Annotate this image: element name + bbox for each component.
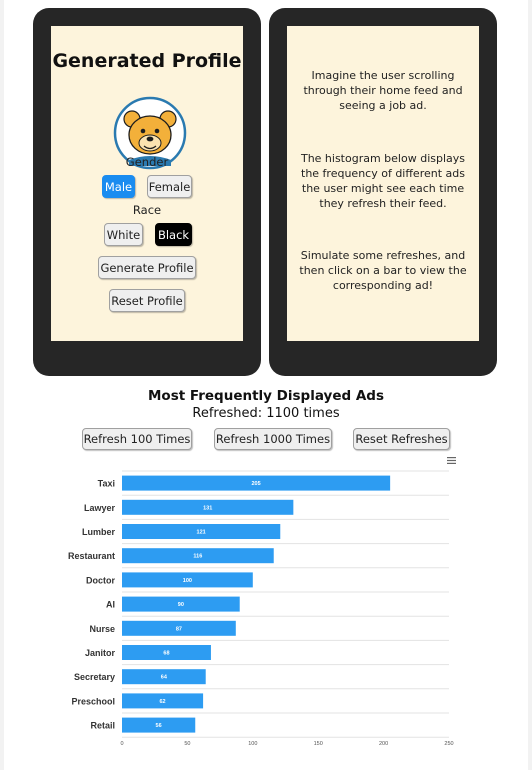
x-tick-label: 50 xyxy=(184,741,190,747)
profile-title: Generated Profile xyxy=(52,50,242,72)
bar-value-label: 116 xyxy=(193,554,202,560)
page: Generated Profile Gender Male Female Rac… xyxy=(4,0,528,770)
race-label: Race xyxy=(132,203,162,217)
bar-value-label: 68 xyxy=(163,651,169,657)
ads-bar-chart: 205 131 121 116 100 90 87 68 64 62 56 Taxi Lawyer Lu… xyxy=(68,470,454,747)
race-black-button[interactable]: Black xyxy=(155,223,192,246)
bar-value-label: 56 xyxy=(156,723,162,729)
gender-label: Gender xyxy=(125,155,169,169)
bar-value-label: 121 xyxy=(197,530,206,536)
instructions-paragraph-2: The histogram below displays the frequen… xyxy=(300,152,466,210)
instructions-screen: Imagine the user scrolling through their… xyxy=(287,26,479,341)
gender-male-button[interactable]: Male xyxy=(102,175,135,198)
reset-refreshes-button[interactable]: Reset Refreshes xyxy=(353,428,450,450)
profile-screen: Generated Profile Gender Male Female Rac… xyxy=(51,26,243,341)
x-tick-label: 0 xyxy=(120,741,123,747)
x-tick-label: 250 xyxy=(444,741,453,747)
bar-value-label: 64 xyxy=(161,675,168,681)
bar-value-label: 62 xyxy=(159,699,165,705)
category-label: Doctor xyxy=(86,575,115,585)
chart-menu-icon[interactable] xyxy=(447,457,456,464)
refresh-100-button[interactable]: Refresh 100 Times xyxy=(82,428,192,450)
refresh-count: Refreshed: 1100 times xyxy=(192,406,340,421)
profile-phone-frame: Generated Profile Gender Male Female Rac… xyxy=(33,8,261,376)
category-label: Janitor xyxy=(85,648,116,658)
category-label: Lawyer xyxy=(84,503,116,513)
chart-title: Most Frequently Displayed Ads xyxy=(147,388,384,404)
refresh-1000-button[interactable]: Refresh 1000 Times xyxy=(214,428,332,450)
bar-value-label: 90 xyxy=(178,602,184,608)
instructions-paragraph-3: Simulate some refreshes, and then click … xyxy=(299,249,467,292)
instructions-paragraph-1: Imagine the user scrolling through their… xyxy=(303,69,463,112)
x-tick-label: 200 xyxy=(379,741,388,747)
category-label: Restaurant xyxy=(68,551,115,561)
generate-profile-button[interactable]: Generate Profile xyxy=(98,256,196,279)
bar-value-label: 100 xyxy=(183,578,192,584)
race-white-button[interactable]: White xyxy=(104,223,143,246)
category-label: Nurse xyxy=(89,624,115,634)
category-label: AI xyxy=(106,600,115,610)
bar-value-label: 131 xyxy=(203,505,212,511)
category-label: Secretary xyxy=(74,672,115,682)
category-label: Retail xyxy=(90,721,115,731)
category-label: Preschool xyxy=(71,696,115,706)
reset-profile-button[interactable]: Reset Profile xyxy=(109,289,185,312)
instructions-phone-frame: Imagine the user scrolling through their… xyxy=(269,8,497,376)
x-tick-label: 100 xyxy=(248,741,257,747)
category-label: Taxi xyxy=(98,479,115,489)
bar-value-label: 205 xyxy=(251,481,260,487)
bar-value-label: 87 xyxy=(176,626,182,632)
category-label: Lumber xyxy=(82,527,116,537)
x-tick-label: 150 xyxy=(314,741,323,747)
gender-female-button[interactable]: Female xyxy=(147,175,192,198)
